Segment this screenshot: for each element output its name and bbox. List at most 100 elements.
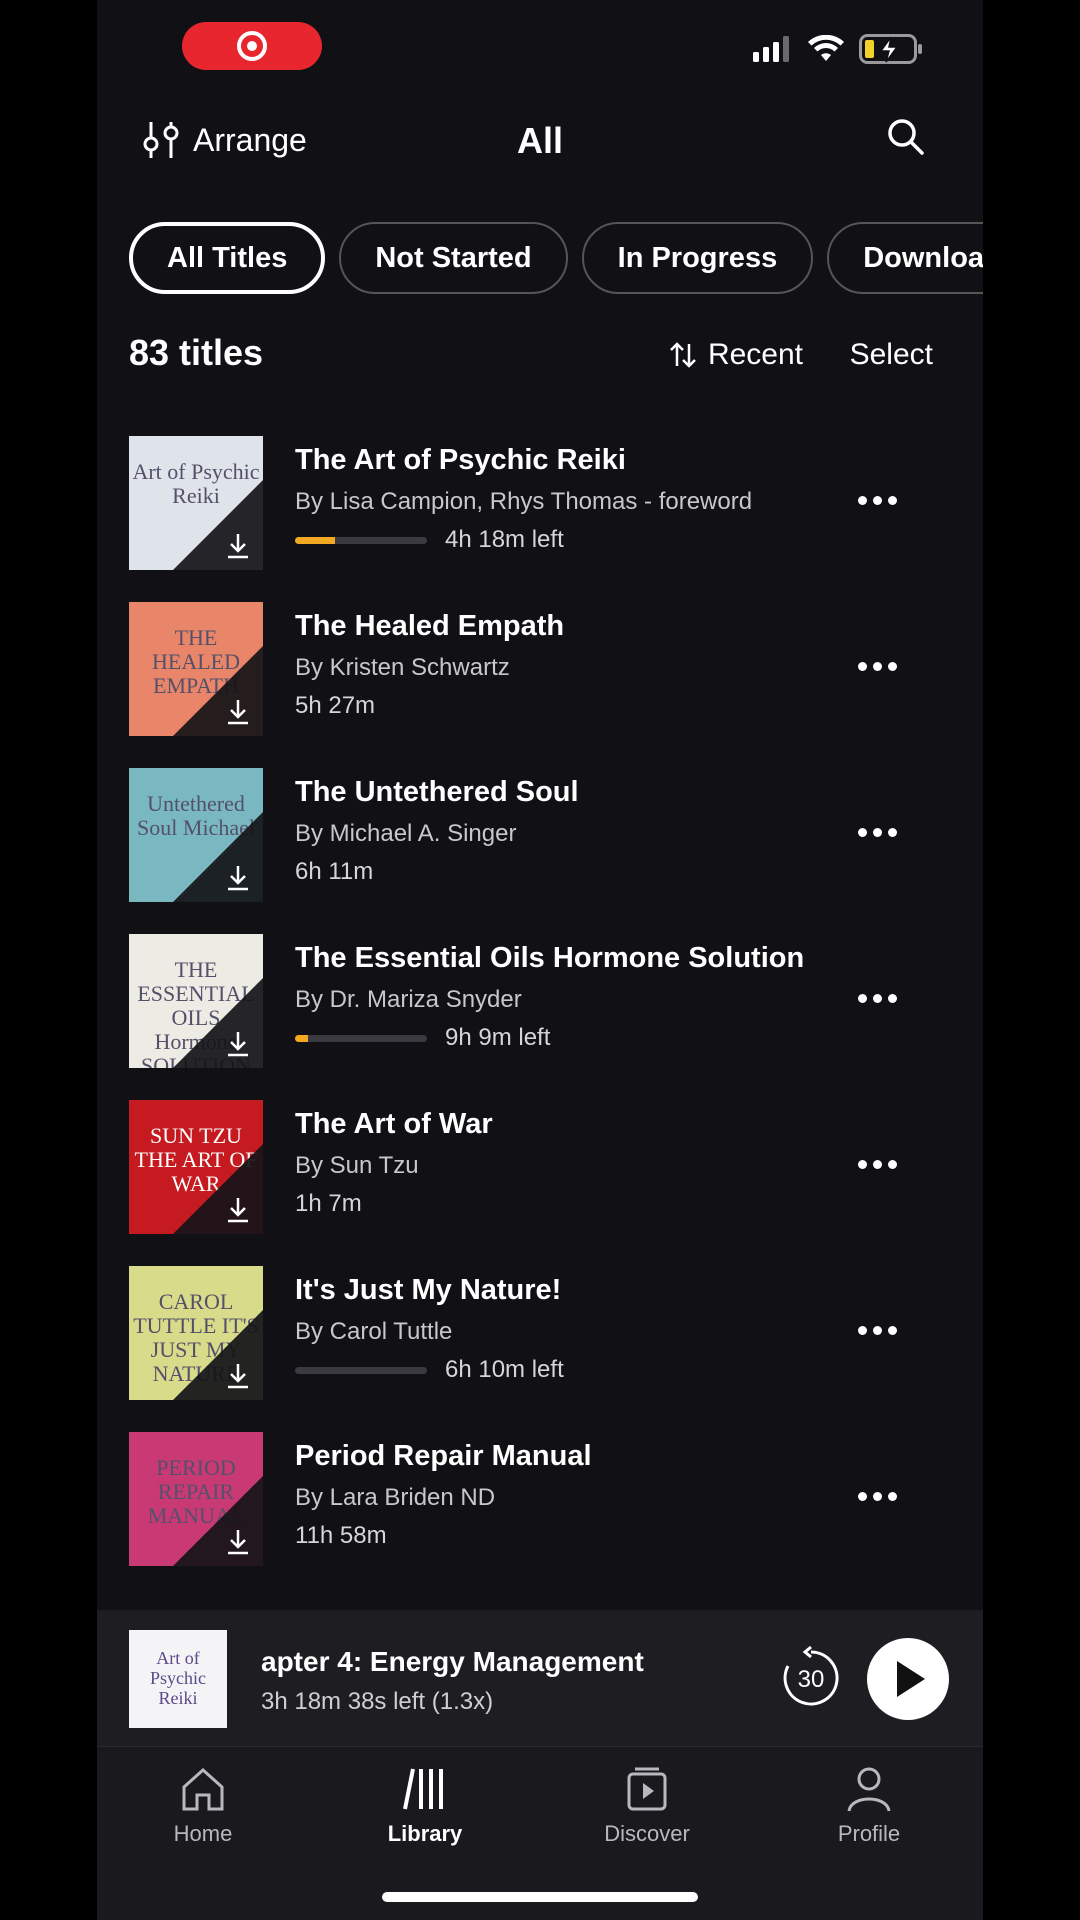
book-title: The Healed Empath — [295, 610, 565, 642]
now-playing-chapter: apter 4: Energy Management — [261, 1646, 644, 1677]
list-item[interactable]: THE HEALED EMPATH The Healed Empath By K… — [129, 602, 949, 768]
list-item[interactable]: THE ESSENTIAL OILS Hormone SOLUTION The … — [129, 934, 949, 1100]
downloaded-icon — [228, 1032, 248, 1057]
book-cover[interactable]: THE HEALED EMPATH — [129, 602, 263, 736]
book-title: It's Just My Nature! — [295, 1274, 562, 1306]
library-icon — [403, 1768, 443, 1810]
book-cover[interactable]: CAROL TUTTLE IT'S JUST MY NATURE — [129, 1266, 263, 1400]
book-status: 4h 18m left — [295, 526, 849, 554]
more-dot — [888, 496, 897, 505]
book-meta: The Essential Oils Hormone Solution By D… — [295, 942, 849, 1052]
downloaded-icon — [228, 1364, 248, 1389]
book-cover[interactable]: THE ESSENTIAL OILS Hormone SOLUTION — [129, 934, 263, 1068]
book-status: 5h 27m — [295, 692, 849, 720]
more-options-button[interactable] — [858, 828, 897, 837]
tab-profile[interactable]: Profile — [799, 1765, 939, 1847]
now-playing-time-left: 3h 18m 38s left (1.3x) — [261, 1688, 494, 1715]
more-dot — [858, 662, 867, 671]
book-cover[interactable]: PERIOD REPAIR MANUAL — [129, 1432, 263, 1566]
search-icon — [888, 119, 924, 155]
book-meta: It's Just My Nature! By Carol Tuttle 6h … — [295, 1274, 849, 1384]
progress-bar — [295, 1034, 427, 1042]
book-title: The Art of Psychic Reiki — [295, 444, 626, 476]
library-toolbar: 83 titles Recent Select — [129, 332, 933, 382]
downloaded-icon — [228, 1198, 248, 1223]
more-options-button[interactable] — [858, 1492, 897, 1501]
time-remaining: 6h 10m left — [445, 1356, 564, 1383]
more-options-button[interactable] — [858, 994, 897, 1003]
home-indicator — [382, 1892, 698, 1902]
more-options-button[interactable] — [858, 496, 897, 505]
sort-arrows-icon — [670, 342, 696, 368]
filter-downloaded[interactable]: Downloaded — [827, 222, 983, 294]
book-status: 1h 7m — [295, 1190, 849, 1218]
more-dot — [858, 1492, 867, 1501]
book-cover[interactable]: Untethered Soul Michael — [129, 768, 263, 902]
downloaded-icon — [228, 866, 248, 891]
more-dot — [888, 1492, 897, 1501]
more-dot — [873, 496, 882, 505]
book-cover[interactable]: Art of Psychic Reiki — [129, 436, 263, 570]
more-dot — [858, 994, 867, 1003]
filter-in-progress[interactable]: In Progress — [581, 222, 814, 294]
list-item[interactable]: CAROL TUTTLE IT'S JUST MY NATURE It's Ju… — [129, 1266, 949, 1432]
more-dot — [873, 994, 882, 1003]
more-dot — [858, 1160, 867, 1169]
book-title: Period Repair Manual — [295, 1440, 592, 1472]
mini-player[interactable]: Art of Psychic Reiki apter 4: Energy Man… — [97, 1610, 983, 1746]
filter-all-titles[interactable]: All Titles — [129, 222, 326, 294]
progress-bar — [295, 1366, 427, 1374]
select-button[interactable]: Select — [850, 338, 933, 372]
more-dot — [888, 1326, 897, 1335]
tab-profile-label: Profile — [837, 1821, 901, 1846]
status-bar-icons — [753, 34, 923, 64]
more-options-button[interactable] — [858, 662, 897, 671]
filter-not-started[interactable]: Not Started — [339, 222, 568, 294]
app-screen: Arrange All All Titles Not Started In Pr… — [97, 0, 983, 1920]
book-cover[interactable]: SUN TZU THE ART OF WAR — [129, 1100, 263, 1234]
more-dot — [858, 496, 867, 505]
filter-chips: All Titles Not Started In Progress Downl… — [129, 222, 983, 294]
more-dot — [873, 1326, 882, 1335]
play-button[interactable] — [867, 1638, 949, 1720]
tab-discover[interactable]: Discover — [577, 1765, 717, 1847]
tab-library[interactable]: Library — [355, 1765, 495, 1847]
more-dot — [888, 828, 897, 837]
downloaded-icon — [228, 534, 248, 559]
book-author: By Dr. Mariza Snyder — [295, 986, 522, 1013]
tab-discover-label: Discover — [604, 1821, 690, 1846]
skip-back-button[interactable]: 30 — [779, 1645, 843, 1715]
book-status: 6h 11m — [295, 858, 849, 886]
search-button[interactable] — [885, 116, 925, 161]
tab-library-label: Library — [387, 1821, 463, 1846]
more-dot — [873, 662, 882, 671]
more-dot — [858, 828, 867, 837]
rewind-30-icon: 30 — [783, 1645, 839, 1706]
wifi-icon — [808, 35, 844, 61]
list-item[interactable]: PERIOD REPAIR MANUAL Period Repair Manua… — [129, 1432, 949, 1598]
skip-seconds: 30 — [798, 1666, 825, 1693]
more-options-button[interactable] — [858, 1160, 897, 1169]
list-item[interactable]: Art of Psychic Reiki The Art of Psychic … — [129, 436, 949, 602]
time-remaining: 4h 18m left — [445, 526, 564, 553]
more-dot — [888, 994, 897, 1003]
record-icon — [237, 31, 267, 61]
screen-recording-indicator[interactable] — [182, 22, 322, 70]
battery-charging-icon — [859, 34, 922, 64]
title-count: 83 titles — [129, 332, 264, 373]
book-author: By Sun Tzu — [295, 1152, 419, 1179]
top-header: Arrange All — [97, 112, 983, 176]
tab-home[interactable]: Home — [133, 1765, 273, 1847]
list-item[interactable]: SUN TZU THE ART OF WAR The Art of War By… — [129, 1100, 949, 1266]
book-meta: Period Repair Manual By Lara Briden ND 1… — [295, 1440, 849, 1550]
more-dot — [858, 1326, 867, 1335]
time-remaining: 5h 27m — [295, 692, 376, 719]
book-meta: The Art of Psychic Reiki By Lisa Campion… — [295, 444, 849, 554]
sort-button[interactable]: Recent — [668, 338, 803, 372]
more-options-button[interactable] — [858, 1326, 897, 1335]
list-item[interactable]: Untethered Soul Michael The Untethered S… — [129, 768, 949, 934]
book-title: The Art of War — [295, 1108, 493, 1140]
time-remaining: 9h 9m left — [445, 1024, 551, 1051]
book-author: By Lara Briden ND — [295, 1484, 496, 1511]
more-dot — [873, 828, 882, 837]
